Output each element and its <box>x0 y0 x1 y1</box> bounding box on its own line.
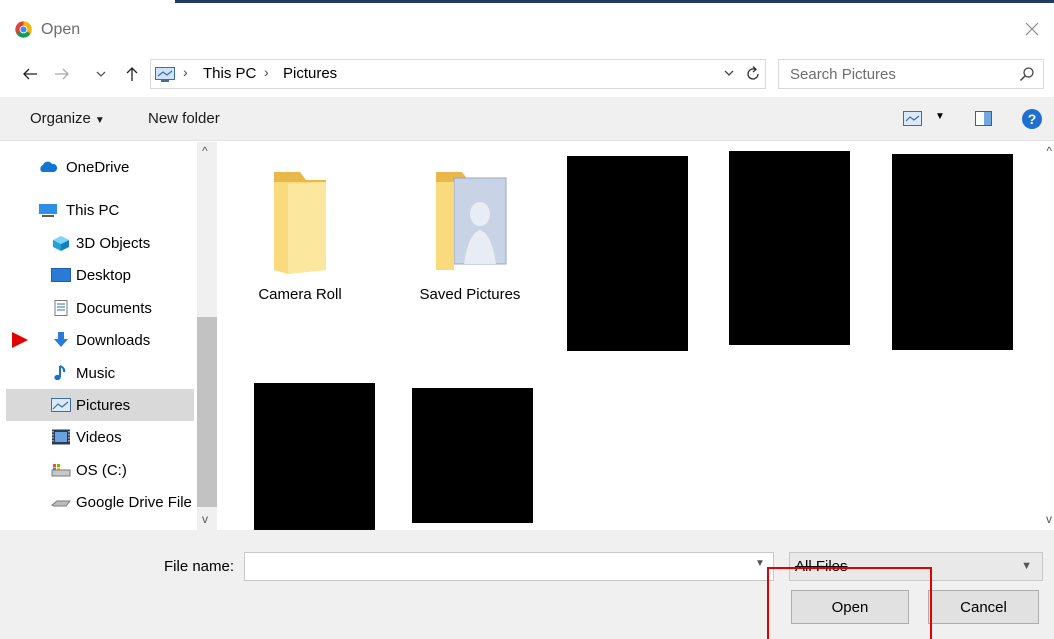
redacted-item[interactable] <box>892 154 1013 350</box>
nav-item-label: Desktop <box>76 267 132 284</box>
nav-item-google-drive[interactable]: Google Drive File <box>6 486 194 518</box>
chevron-down-icon: ▼ <box>1021 560 1032 572</box>
nav-item-videos[interactable]: Videos <box>6 421 194 453</box>
redacted-item[interactable] <box>254 383 375 530</box>
folder-label: Saved Pictures <box>419 286 521 303</box>
nav-item-label: Google Drive File <box>76 494 192 511</box>
downloads-icon <box>54 332 68 347</box>
recent-locations-button[interactable] <box>94 63 108 85</box>
help-icon[interactable]: ? <box>1022 109 1042 129</box>
open-button[interactable]: Open <box>791 590 909 624</box>
nav-scrollbar-thumb[interactable] <box>197 317 217 507</box>
file-name-label: File name: <box>164 558 235 575</box>
search-input[interactable]: Search Pictures <box>790 66 896 83</box>
content-scroll-up-icon[interactable]: ^ <box>1046 144 1052 158</box>
nav-item-label: Videos <box>76 429 122 446</box>
folder-tile-saved-pictures[interactable]: Saved Pictures <box>404 164 536 303</box>
address-row: › This PC › Pictures Search Pictures <box>0 55 1054 95</box>
file-name-input[interactable] <box>244 552 774 581</box>
nav-item-label: Documents <box>76 300 152 317</box>
folder-icon <box>274 172 326 274</box>
desktop-icon <box>51 268 71 282</box>
this-pc-icon <box>155 67 175 82</box>
nav-item-label: OS (C:) <box>76 462 127 479</box>
change-view-icon[interactable] <box>903 111 922 126</box>
nav-item-3d-objects[interactable]: 3D Objects <box>6 227 194 259</box>
nav-item-label: Downloads <box>76 332 151 349</box>
drive-icon <box>51 464 71 477</box>
nav-item-music[interactable]: Music <box>6 357 194 389</box>
breadcrumb-separator-icon: › <box>264 64 269 80</box>
nav-item-downloads[interactable]: Downloads <box>6 324 194 356</box>
nav-item-label: 3D Objects <box>76 235 151 252</box>
file-type-value: All Files <box>795 558 848 575</box>
chrome-icon <box>15 21 32 38</box>
documents-icon <box>54 300 68 316</box>
nav-item-os-c[interactable]: OS (C:) <box>6 454 194 486</box>
cancel-button[interactable]: Cancel <box>928 590 1039 624</box>
up-arrow-icon <box>126 67 138 81</box>
organize-button[interactable]: Organize ▼ <box>30 110 105 127</box>
new-folder-button[interactable]: New folder <box>148 110 220 127</box>
nav-item-documents[interactable]: Documents <box>6 292 194 324</box>
search-icon <box>1019 67 1034 82</box>
pictures-icon <box>51 398 71 412</box>
google-drive-icon <box>51 500 71 507</box>
forward-button[interactable] <box>51 63 73 85</box>
nav-item-onedrive[interactable]: OneDrive <box>6 151 194 183</box>
folder-saved-pictures-icon <box>436 172 507 270</box>
folder-tile-camera-roll[interactable]: Camera Roll <box>234 164 366 303</box>
command-bar: Organize ▼ New folder ▼ ? <box>0 97 1054 141</box>
search-box[interactable]: Search Pictures <box>778 59 1044 89</box>
nav-item-pictures[interactable]: Pictures <box>6 389 194 421</box>
navigation-pane: OneDrive This PC 3D Objects Desktop Docu… <box>0 142 217 530</box>
this-pc-icon <box>39 204 57 217</box>
nav-item-this-pc[interactable]: This PC <box>6 194 194 226</box>
videos-icon <box>52 429 70 445</box>
breadcrumb-pictures[interactable]: Pictures <box>283 65 337 82</box>
file-name-dropdown-icon[interactable]: ▼ <box>755 558 765 569</box>
redacted-item[interactable] <box>567 156 688 351</box>
nav-item-label: Pictures <box>76 397 131 414</box>
folder-label: Camera Roll <box>258 286 342 303</box>
file-type-select[interactable]: All Files ▼ <box>789 552 1043 581</box>
caret-down-icon: ▼ <box>94 115 105 126</box>
view-options-caret-icon[interactable]: ▼ <box>935 111 945 122</box>
nav-item-label: This PC <box>66 202 120 219</box>
nav-scroll-up-icon[interactable]: ^ <box>202 144 208 158</box>
refresh-icon[interactable] <box>743 64 763 84</box>
forward-arrow-icon <box>55 68 69 80</box>
window-title: Open <box>41 21 81 38</box>
up-button[interactable] <box>121 63 143 85</box>
file-list: Camera Roll Saved Pictures ^ v <box>217 142 1054 530</box>
title-bar: Open <box>0 3 1054 55</box>
music-icon <box>54 365 66 381</box>
nav-item-label: Music <box>76 365 116 382</box>
organize-label: Organize <box>30 110 91 127</box>
red-pointer-marker <box>12 332 28 348</box>
dialog-footer: File name: ▼ All Files ▼ Open Cancel <box>0 530 1054 639</box>
content-scroll-down-icon[interactable]: v <box>1046 512 1052 526</box>
breadcrumb-separator-icon: › <box>183 64 188 80</box>
back-button[interactable] <box>19 63 41 85</box>
nav-item-label: OneDrive <box>66 159 130 176</box>
redacted-item[interactable] <box>729 151 850 345</box>
nav-scroll-down-icon[interactable]: v <box>202 512 208 526</box>
breadcrumb-this-pc[interactable]: This PC <box>203 65 256 82</box>
address-dropdown-icon[interactable] <box>723 67 735 79</box>
redacted-item[interactable] <box>412 388 533 523</box>
nav-item-desktop[interactable]: Desktop <box>6 259 194 291</box>
close-icon[interactable] <box>1022 19 1042 39</box>
back-arrow-icon <box>23 68 37 80</box>
3d-objects-icon <box>53 236 69 251</box>
preview-pane-icon[interactable] <box>975 111 992 126</box>
onedrive-cloud-icon <box>40 161 58 172</box>
chevron-down-icon <box>96 71 106 77</box>
address-bar[interactable]: › This PC › Pictures <box>150 59 766 89</box>
